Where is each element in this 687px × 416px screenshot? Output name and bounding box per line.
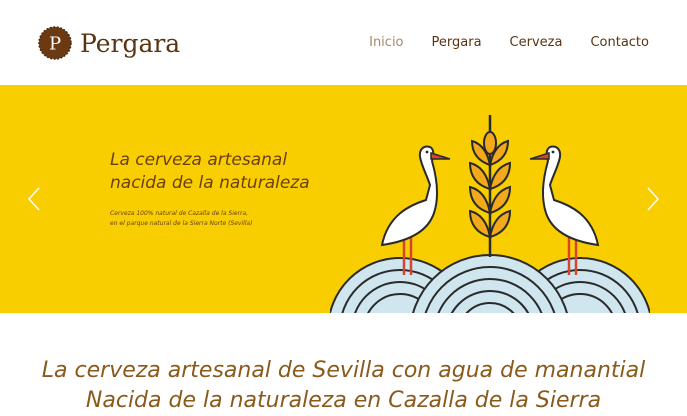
hero-slider: La cerveza artesanal nacida de la natura… [0, 85, 687, 313]
hero-subtitle: Cerveza 100% natural de Cazalla de la Si… [110, 209, 350, 229]
slider-prev-arrow-icon[interactable] [26, 185, 42, 213]
main-nav: Inicio Pergara Cerveza Contacto [369, 35, 649, 50]
hero-subtitle-line1: Cerveza 100% natural de Cazalla de la Si… [110, 210, 249, 217]
nav-inicio[interactable]: Inicio [369, 35, 403, 50]
hero-subtitle-line2: en el parque natural de la Sierra Norte … [110, 220, 253, 227]
logo-badge-icon: P [38, 26, 72, 60]
left-stork-icon [380, 145, 451, 275]
logo-letter: P [49, 34, 61, 55]
logo[interactable]: P Pergara [38, 26, 180, 60]
hero-illustration [330, 115, 650, 313]
site-header: P Pergara Inicio Pergara Cerveza Contact… [0, 0, 687, 85]
wheat-icon [468, 115, 512, 257]
tagline-line1: La cerveza artesanal de Sevilla con agua… [41, 358, 646, 383]
nav-pergara[interactable]: Pergara [432, 35, 482, 50]
nav-cerveza[interactable]: Cerveza [510, 35, 563, 50]
nav-contacto[interactable]: Contacto [590, 35, 649, 50]
tagline: La cerveza artesanal de Sevilla con agua… [0, 313, 687, 416]
right-stork-icon [529, 145, 600, 275]
brand-name: Pergara [80, 28, 181, 58]
center-water-hill [412, 254, 568, 313]
